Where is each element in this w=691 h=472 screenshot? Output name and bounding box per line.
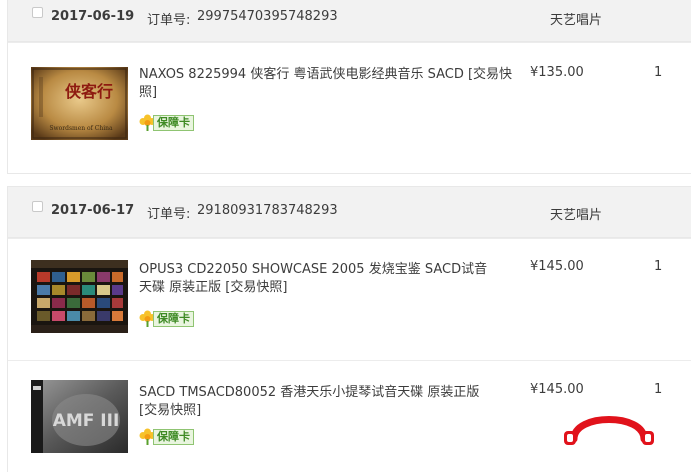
album-cover-image: AMF III bbox=[31, 380, 128, 453]
order-select-checkbox[interactable] bbox=[32, 201, 43, 212]
product-thumbnail[interactable]: 侠客行 Swordsmen of China bbox=[31, 67, 128, 140]
order-number-label: 订单号: bbox=[147, 207, 191, 222]
order-header: 2017-06-17 订单号: 29180931783748293 天艺唱片 bbox=[8, 187, 691, 238]
order-number-label: 订单号: bbox=[147, 13, 191, 28]
shop-name-link[interactable]: 天艺唱片 bbox=[550, 204, 602, 223]
headphone-logo-icon bbox=[564, 416, 654, 445]
guarantee-badge[interactable]: 保障卡 bbox=[139, 114, 201, 131]
badge-label: 保障卡 bbox=[153, 311, 194, 327]
order-select-checkbox[interactable] bbox=[32, 7, 43, 18]
cover-subtitle: Swordsmen of China bbox=[49, 125, 113, 132]
order-date: 2017-06-19 bbox=[51, 9, 135, 24]
order-card: 2017-06-19 订单号: 29975470395748293 天艺唱片 侠… bbox=[7, 0, 691, 174]
badge-label: 保障卡 bbox=[153, 429, 194, 445]
product-title-link[interactable]: OPUS3 CD22050 SHOWCASE 2005 发烧宝鉴 SACD试音天… bbox=[139, 261, 499, 297]
item-price: ¥145.00 bbox=[530, 382, 584, 397]
guarantee-badge[interactable]: 保障卡 bbox=[139, 310, 201, 327]
order-header: 2017-06-19 订单号: 29975470395748293 天艺唱片 bbox=[8, 0, 691, 42]
product-title-link[interactable]: SACD TMSACD80052 香港天乐小提琴试音天碟 原装正版 [交易快照] bbox=[139, 384, 499, 420]
item-quantity: 1 bbox=[654, 259, 663, 274]
badge-label: 保障卡 bbox=[153, 115, 194, 131]
product-title-link[interactable]: NAXOS 8225994 侠客行 粤语武侠电影经典音乐 SACD [交易快照] bbox=[139, 66, 514, 102]
order-number: 29975470395748293 bbox=[197, 9, 338, 24]
album-cover-image: 侠客行 Swordsmen of China bbox=[31, 67, 128, 140]
guarantee-badge[interactable]: 保障卡 bbox=[139, 428, 201, 445]
product-thumbnail[interactable] bbox=[31, 260, 128, 333]
cover-title: AMF III bbox=[53, 411, 120, 431]
shop-name-link[interactable]: 天艺唱片 bbox=[550, 9, 602, 28]
album-cover-image bbox=[31, 260, 128, 333]
order-item: OPUS3 CD22050 SHOWCASE 2005 发烧宝鉴 SACD试音天… bbox=[8, 238, 691, 360]
order-date: 2017-06-17 bbox=[51, 203, 135, 218]
cover-title: 侠客行 bbox=[65, 82, 113, 101]
item-price: ¥145.00 bbox=[530, 259, 584, 274]
item-quantity: 1 bbox=[654, 382, 663, 397]
order-number: 29180931783748293 bbox=[197, 203, 338, 218]
item-quantity: 1 bbox=[654, 65, 663, 80]
item-price: ¥135.00 bbox=[530, 65, 584, 80]
product-thumbnail[interactable]: AMF III bbox=[31, 380, 128, 453]
order-item: 侠客行 Swordsmen of China NAXOS 8225994 侠客行… bbox=[8, 42, 691, 173]
